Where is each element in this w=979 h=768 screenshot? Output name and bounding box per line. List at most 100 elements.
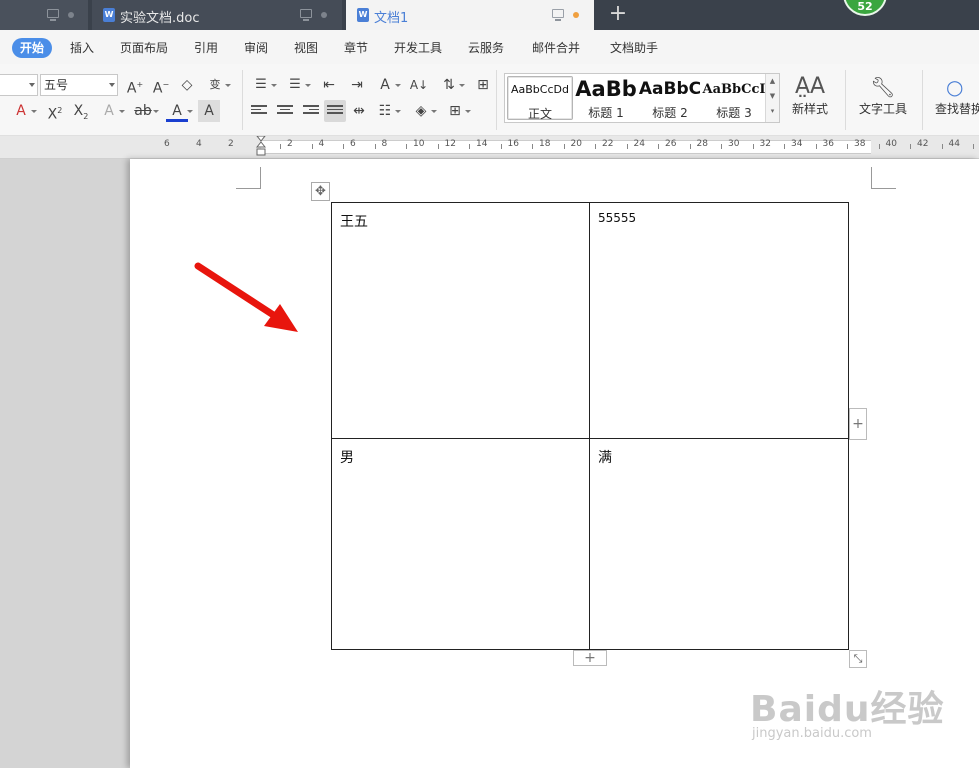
add-row-button[interactable]: +: [573, 650, 607, 666]
ruler-tick: [941, 144, 943, 149]
gallery-scroll[interactable]: ▲ ▼ ▾: [765, 74, 779, 122]
indent-marker-icon[interactable]: [256, 136, 266, 158]
more-icon[interactable]: ▾: [766, 104, 779, 119]
text-tools-button[interactable]: 🔧︎ 文字工具: [852, 74, 914, 117]
style-name: 正文: [527, 107, 552, 121]
menu-home[interactable]: 开始: [12, 38, 53, 58]
grow-font-icon[interactable]: A+: [124, 74, 146, 97]
tab-label: 文档1: [374, 11, 409, 26]
para-spacing-icon[interactable]: ☷: [374, 100, 401, 122]
borders-icon[interactable]: ⊞: [444, 100, 471, 122]
ruler-number: 36: [822, 139, 834, 149]
decrease-indent-icon[interactable]: ⇤: [318, 74, 340, 96]
text-effect-icon[interactable]: A: [10, 100, 37, 122]
menu-doc-assistant[interactable]: 文档助手: [610, 38, 658, 58]
increase-indent-icon[interactable]: ⇥: [346, 74, 368, 96]
menu-view[interactable]: 视图: [294, 38, 318, 58]
magnifier-icon: ○: [946, 75, 964, 99]
new-style-icon: A̤A: [794, 74, 826, 99]
table-cell[interactable]: 55555: [589, 202, 849, 439]
wps-doc-icon: W: [357, 8, 369, 22]
table-cell[interactable]: 男: [331, 438, 590, 650]
menu-developer[interactable]: 开发工具: [394, 38, 442, 58]
align-right-icon[interactable]: [300, 100, 322, 122]
new-tab-button[interactable]: +: [606, 2, 630, 26]
ruler-number: 22: [602, 139, 614, 149]
tab-label: 实验文档.doc: [120, 11, 200, 26]
eraser-icon[interactable]: ◇: [176, 74, 198, 96]
style-heading-1[interactable]: AaBb 标题 1: [573, 76, 639, 120]
monitor-icon[interactable]: [552, 9, 564, 21]
shrink-font-icon[interactable]: A−: [150, 74, 172, 97]
sort-icon[interactable]: A↓: [408, 74, 430, 96]
ruler-number: 2: [228, 139, 234, 149]
close-dot-icon[interactable]: [321, 12, 327, 18]
ruler-tick: [847, 144, 848, 149]
chinese-layout-icon[interactable]: A: [374, 74, 401, 96]
menu-references[interactable]: 引用: [194, 38, 218, 58]
document-table: 王五 55555 男 满: [331, 202, 849, 650]
menu-cloud[interactable]: 云服务: [468, 38, 504, 58]
ruler-number: 4: [196, 139, 202, 149]
new-style-button[interactable]: A̤A 新样式: [786, 74, 834, 117]
subscript-icon[interactable]: X2: [70, 100, 92, 122]
find-replace-button[interactable]: ○ 查找替换: [932, 74, 979, 117]
style-normal[interactable]: AaBbCcDd 正文: [507, 76, 573, 121]
style-preview: AaBb: [575, 77, 637, 101]
watermark-logo-text: Baidu经验: [750, 689, 945, 730]
unsaved-dot-icon[interactable]: [573, 12, 579, 18]
ruler-number: 8: [381, 139, 388, 149]
notification-badge[interactable]: 52: [843, 0, 887, 16]
font-name-combo[interactable]: [0, 74, 38, 96]
align-left-icon[interactable]: [248, 100, 270, 122]
table-move-handle[interactable]: ✥: [311, 182, 330, 201]
distribute-icon[interactable]: ⇹: [348, 100, 370, 122]
ruler-number: 44: [948, 139, 960, 149]
font-color-icon[interactable]: A: [166, 100, 193, 122]
ruler-tick: [689, 144, 691, 149]
chevron-down-icon[interactable]: ▼: [766, 89, 779, 104]
menu-chapter[interactable]: 章节: [344, 38, 368, 58]
add-column-button[interactable]: +: [849, 408, 867, 440]
separator: [496, 70, 497, 130]
font-size-combo[interactable]: 五号: [40, 74, 118, 96]
menu-mail-merge[interactable]: 邮件合并: [532, 38, 580, 58]
separator: [845, 70, 846, 130]
table-resize-handle[interactable]: ⤡: [849, 650, 867, 668]
ruler-tick: [374, 144, 376, 149]
pinyin-guide-icon[interactable]: 变: [204, 74, 231, 96]
chevron-up-icon[interactable]: ▲: [766, 74, 779, 89]
ruler-number: 4: [318, 139, 325, 149]
numbered-list-icon[interactable]: ☰: [284, 74, 311, 96]
horizontal-ruler[interactable]: 6 4 2 2 4 6 8 10 12 14 16 18 20 22 24 26 28 30 32 34 36 38…: [0, 136, 979, 159]
monitor-icon[interactable]: [47, 9, 59, 21]
monitor-icon[interactable]: [300, 9, 312, 21]
close-dot-icon[interactable]: [68, 12, 74, 18]
tab-document1[interactable]: W 文档1: [346, 0, 594, 30]
tab-home[interactable]: [0, 0, 88, 30]
font-outline-icon[interactable]: A: [98, 100, 125, 122]
red-arrow-annotation: [194, 262, 298, 332]
show-marks-icon[interactable]: ⊞: [472, 74, 494, 96]
ruler-tick: [532, 144, 533, 149]
bullet-list-icon[interactable]: ☰: [250, 74, 277, 96]
shading-icon[interactable]: ◈: [410, 100, 437, 122]
line-spacing-icon[interactable]: ⇅: [438, 74, 465, 96]
menu-insert[interactable]: 插入: [70, 38, 94, 58]
wps-doc-icon: W: [103, 8, 115, 22]
justify-icon[interactable]: [324, 100, 346, 122]
menu-page-layout[interactable]: 页面布局: [120, 38, 168, 58]
table-cell[interactable]: 满: [589, 438, 849, 650]
style-preview: AaBbCcI: [702, 82, 766, 97]
char-shading-icon[interactable]: A: [198, 100, 220, 122]
ruler-tick: [658, 144, 659, 149]
superscript-icon[interactable]: X2: [44, 100, 66, 123]
style-heading-3[interactable]: AaBbCcI 标题 3: [701, 76, 767, 120]
highlight-icon[interactable]: ab: [132, 100, 159, 122]
style-heading-2[interactable]: AaBbC 标题 2: [637, 76, 703, 120]
align-center-icon[interactable]: [274, 100, 296, 122]
menu-bar: 开始 插入 页面布局 引用 审阅 视图 章节 开发工具 云服务 邮件合并 文档助…: [0, 30, 979, 64]
tab-experiment-doc[interactable]: W 实验文档.doc: [92, 0, 342, 30]
menu-review[interactable]: 审阅: [244, 38, 268, 58]
table-cell[interactable]: 王五: [331, 202, 590, 439]
